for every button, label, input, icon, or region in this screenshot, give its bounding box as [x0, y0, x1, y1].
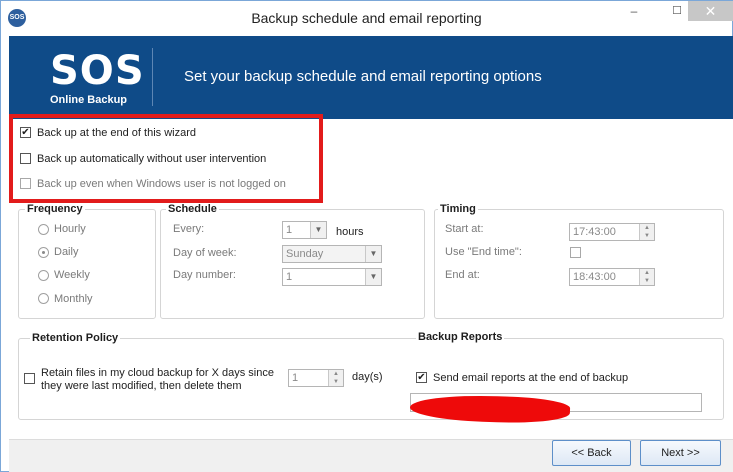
schedule-title: Schedule [166, 203, 219, 215]
send-reports-checkbox[interactable]: ✔ [416, 372, 427, 383]
retention-days-stepper[interactable]: 1 ▲ ▼ [288, 369, 344, 387]
reports-title: Backup Reports [416, 331, 505, 343]
retention-label-line1: Retain files in my cloud backup for X da… [41, 367, 274, 379]
checkmark-icon: ✔ [417, 372, 426, 383]
frequency-daily-label: Daily [54, 246, 79, 258]
every-unit-label: hours [336, 226, 364, 238]
retention-days-value: 1 [292, 372, 299, 384]
timing-title: Timing [438, 203, 478, 215]
day-of-week-label: Day of week: [173, 247, 237, 259]
frequency-title: Frequency [25, 203, 85, 215]
frequency-weekly-radio[interactable] [38, 270, 49, 281]
start-at-label: Start at: [445, 223, 484, 235]
send-reports-label: Send email reports at the end of backup [433, 372, 629, 384]
day-number-dropdown-icon[interactable]: ▼ [365, 269, 381, 285]
banner-divider [152, 48, 153, 106]
every-label: Every: [173, 223, 205, 235]
next-button[interactable]: Next >> [640, 440, 721, 466]
retention-days-spinner-icon[interactable]: ▲ ▼ [328, 370, 343, 386]
start-time-spinner-icon[interactable]: ▲ ▼ [639, 224, 654, 240]
day-of-week-dropdown-icon[interactable]: ▼ [365, 246, 381, 262]
end-at-label: End at: [445, 269, 480, 281]
back-button[interactable]: << Back [552, 440, 631, 466]
logo-subtext: Online Backup [50, 94, 128, 106]
frequency-daily-radio[interactable] [38, 247, 49, 258]
banner-heading: Set your backup schedule and email repor… [184, 68, 542, 85]
maximize-icon[interactable]: ☐ [669, 1, 685, 21]
frequency-monthly-radio[interactable] [38, 293, 49, 304]
day-number-value: 1 [286, 271, 293, 283]
start-time-input[interactable]: 17:43:00 ▲ ▼ [569, 223, 655, 241]
highlight-box [9, 114, 323, 203]
retention-checkbox[interactable] [24, 373, 35, 384]
frequency-weekly-label: Weekly [54, 269, 90, 281]
end-time-value: 18:43:00 [573, 271, 616, 283]
end-time-spinner-icon[interactable]: ▲ ▼ [639, 269, 654, 285]
day-of-week-select[interactable]: Sunday ▼ [282, 245, 382, 263]
every-stepper[interactable]: 1 ▼ [282, 221, 327, 239]
use-end-time-checkbox[interactable] [570, 247, 581, 258]
frequency-hourly-radio[interactable] [38, 224, 49, 235]
retention-label-line2: they were last modified, then delete the… [41, 380, 242, 392]
day-number-select[interactable]: 1 ▼ [282, 268, 382, 286]
minimize-icon[interactable]: – [623, 1, 645, 21]
close-icon[interactable]: ✕ [688, 1, 733, 21]
every-value: 1 [286, 224, 293, 236]
start-time-value: 17:43:00 [573, 226, 616, 238]
retention-days-unit: day(s) [352, 371, 383, 383]
frequency-monthly-label: Monthly [54, 293, 93, 305]
every-dropdown-icon[interactable]: ▼ [310, 222, 326, 238]
day-number-label: Day number: [173, 269, 236, 281]
retention-title: Retention Policy [30, 332, 121, 344]
end-time-input[interactable]: 18:43:00 ▲ ▼ [569, 268, 655, 286]
frequency-hourly-label: Hourly [54, 223, 86, 235]
use-end-time-label: Use "End time": [445, 246, 522, 258]
logo: SOS [50, 48, 145, 94]
day-of-week-value: Sunday [286, 248, 324, 260]
